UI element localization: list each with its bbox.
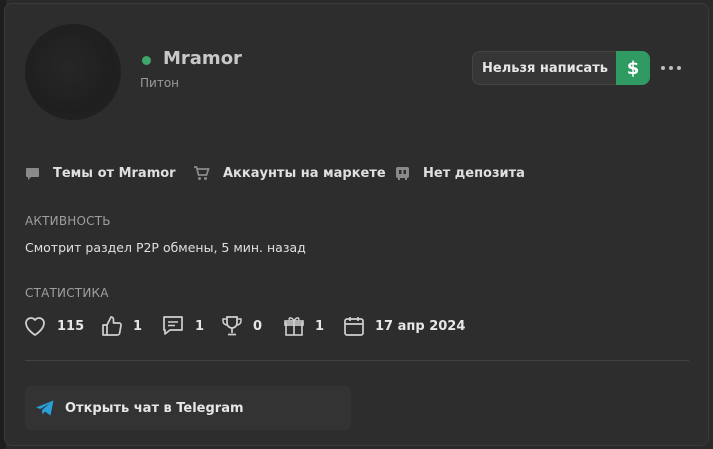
stat-thumbs[interactable]: 1 [101, 315, 142, 337]
deposit-link[interactable]: Нет депозита [395, 166, 525, 181]
divider [25, 360, 689, 361]
user-role: Питон [140, 76, 179, 90]
activity-title: АКТИВНОСТЬ [25, 214, 111, 228]
market-accounts-label: Аккаунты на маркете [223, 166, 386, 181]
deposit-label: Нет депозита [423, 166, 525, 181]
send-money-button[interactable]: $ [616, 51, 650, 85]
message-icon [163, 316, 183, 335]
calendar-icon [344, 317, 364, 336]
avatar[interactable] [25, 24, 121, 120]
user-threads-link[interactable]: Темы от Mramor [25, 166, 176, 181]
more-dots-icon[interactable] [661, 58, 685, 78]
profile-card: Mramor Питон Нельзя написать $ Темы от M… [4, 3, 709, 446]
comment-icon [26, 167, 39, 180]
cart-icon [194, 166, 210, 180]
statistics-title: СТАТИСТИКА [25, 286, 109, 300]
heart-icon [25, 317, 45, 336]
stat-gifts[interactable]: 1 [283, 315, 324, 337]
user-threads-label: Темы от Mramor [53, 166, 176, 181]
stat-messages[interactable]: 1 [161, 315, 204, 337]
gifts-count: 1 [315, 318, 325, 334]
likes-count: 115 [57, 318, 85, 334]
activity-text: Смотрит раздел P2P обмены, 5 мин. назад [25, 240, 306, 255]
trophy-icon [222, 316, 242, 336]
gift-icon [284, 317, 304, 336]
telegram-chat-label: Открыть чат в Telegram [65, 400, 244, 416]
stat-trophies[interactable]: 0 [221, 315, 262, 337]
telegram-chat-button[interactable]: Открыть чат в Telegram [25, 386, 351, 430]
stat-registered[interactable]: 17 апр 2024 [343, 315, 465, 337]
thumbs-count: 1 [133, 318, 143, 334]
online-status-dot [142, 56, 151, 65]
registration-date: 17 апр 2024 [375, 318, 466, 334]
write-message-button[interactable]: Нельзя написать [472, 51, 618, 85]
dollar-icon: $ [626, 57, 640, 79]
telegram-icon [36, 400, 54, 416]
market-accounts-link[interactable]: Аккаунты на маркете [193, 166, 386, 181]
messages-count: 1 [195, 318, 205, 334]
username[interactable]: Mramor [163, 48, 242, 69]
stat-likes[interactable]: 115 [23, 315, 84, 337]
thumbs-up-icon [102, 316, 122, 336]
deposit-icon [396, 167, 409, 180]
trophies-count: 0 [253, 318, 263, 334]
